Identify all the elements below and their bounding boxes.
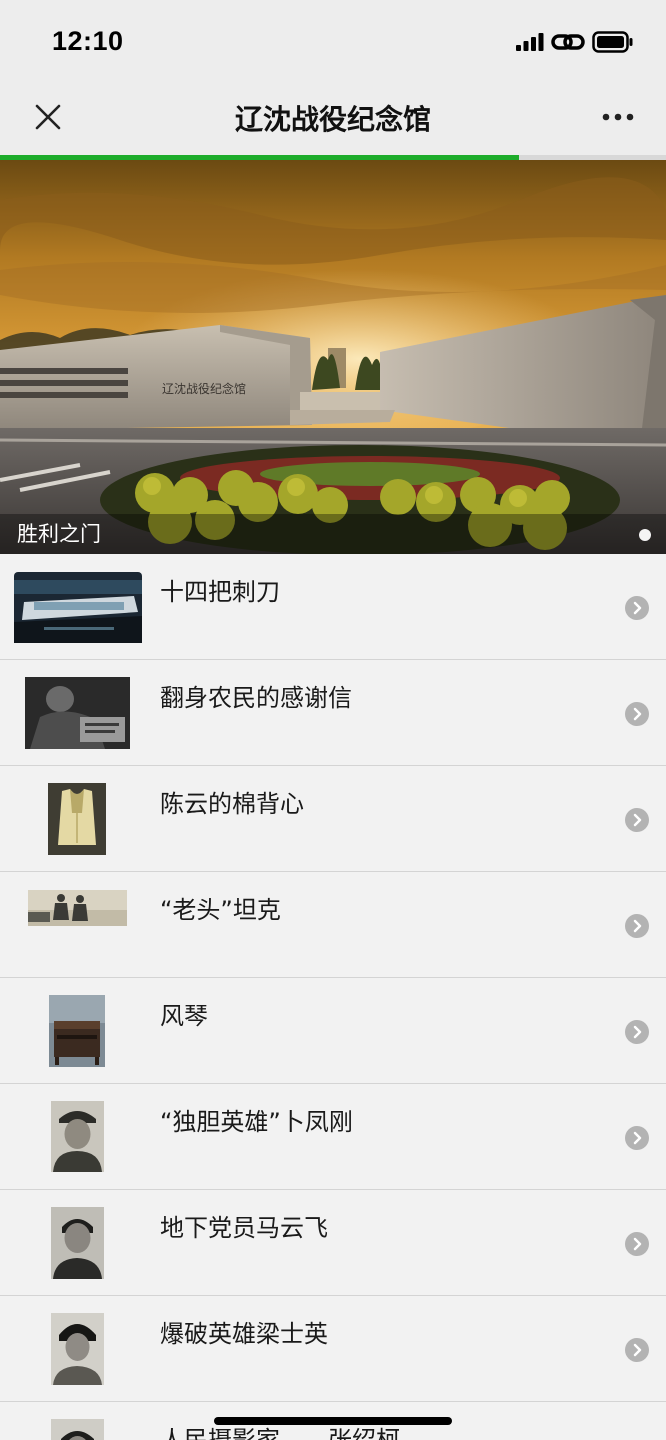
page: 12:10 辽沈战役纪念馆 辽沈战役纪念馆 胜利之门 十四把刺刀 翻身农民的感谢… bbox=[0, 0, 666, 1440]
signal-icon bbox=[516, 33, 544, 51]
list-item-title: 风琴 bbox=[160, 1002, 208, 1030]
carousel-dot[interactable] bbox=[639, 529, 651, 541]
organ-photo bbox=[49, 995, 105, 1067]
hero-portrait-photo bbox=[51, 1313, 104, 1385]
chevron-right-icon[interactable] bbox=[625, 1232, 649, 1256]
building-sign: 辽沈战役纪念馆 bbox=[162, 381, 246, 396]
list-item-title: 陈云的棉背心 bbox=[160, 790, 304, 818]
black-white-writing-photo bbox=[25, 677, 130, 749]
battery-icon bbox=[592, 31, 633, 53]
chevron-right-icon[interactable] bbox=[625, 1126, 649, 1150]
man-portrait-photo bbox=[51, 1207, 104, 1279]
photographer-portrait-photo bbox=[51, 1419, 104, 1440]
more-icon[interactable] bbox=[602, 113, 634, 121]
link-icon bbox=[551, 34, 585, 50]
list-item[interactable]: 风琴 bbox=[0, 978, 666, 1084]
list-item[interactable]: 地下党员马云飞 bbox=[0, 1190, 666, 1296]
exhibit-list: 十四把刺刀 翻身农民的感谢信 陈云的棉背心 “老头”坦克 风琴 “独胆英雄”卜凤… bbox=[0, 554, 666, 1440]
list-item-title: “老头”坦克 bbox=[160, 896, 281, 924]
chevron-right-icon[interactable] bbox=[625, 914, 649, 938]
list-item-title: 翻身农民的感谢信 bbox=[160, 684, 352, 712]
list-item[interactable]: 陈云的棉背心 bbox=[0, 766, 666, 872]
home-indicator[interactable] bbox=[214, 1417, 452, 1425]
soldier-portrait-photo bbox=[51, 1101, 104, 1172]
banner-image: 辽沈战役纪念馆 bbox=[0, 160, 666, 554]
list-item[interactable]: “独胆英雄”卜凤刚 bbox=[0, 1084, 666, 1190]
chevron-right-icon[interactable] bbox=[625, 702, 649, 726]
page-title: 辽沈战役纪念馆 bbox=[234, 103, 431, 136]
chevron-right-icon[interactable] bbox=[625, 1020, 649, 1044]
exhibition-hall-photo bbox=[14, 572, 142, 643]
list-item-title: “独胆英雄”卜凤刚 bbox=[160, 1108, 353, 1136]
list-item[interactable]: 十四把刺刀 bbox=[0, 554, 666, 660]
chevron-right-icon[interactable] bbox=[625, 596, 649, 620]
status-time: 12:10 bbox=[52, 26, 124, 56]
chevron-right-icon[interactable] bbox=[625, 808, 649, 832]
list-item-title: 十四把刺刀 bbox=[160, 578, 280, 606]
banner-carousel[interactable]: 辽沈战役纪念馆 胜利之门 bbox=[0, 160, 666, 554]
list-item[interactable]: 翻身农民的感谢信 bbox=[0, 660, 666, 766]
list-item-title: 地下党员马云飞 bbox=[160, 1214, 328, 1242]
banner-caption: 胜利之门 bbox=[17, 522, 101, 546]
status-bar: 12:10 bbox=[0, 0, 666, 84]
list-item-title: 爆破英雄梁士英 bbox=[160, 1320, 328, 1348]
list-item[interactable]: “老头”坦克 bbox=[0, 872, 666, 978]
tank-soldiers-photo bbox=[28, 890, 127, 926]
list-item[interactable]: 爆破英雄梁士英 bbox=[0, 1296, 666, 1402]
cotton-vest-photo bbox=[48, 783, 106, 855]
chevron-right-icon[interactable] bbox=[625, 1338, 649, 1362]
